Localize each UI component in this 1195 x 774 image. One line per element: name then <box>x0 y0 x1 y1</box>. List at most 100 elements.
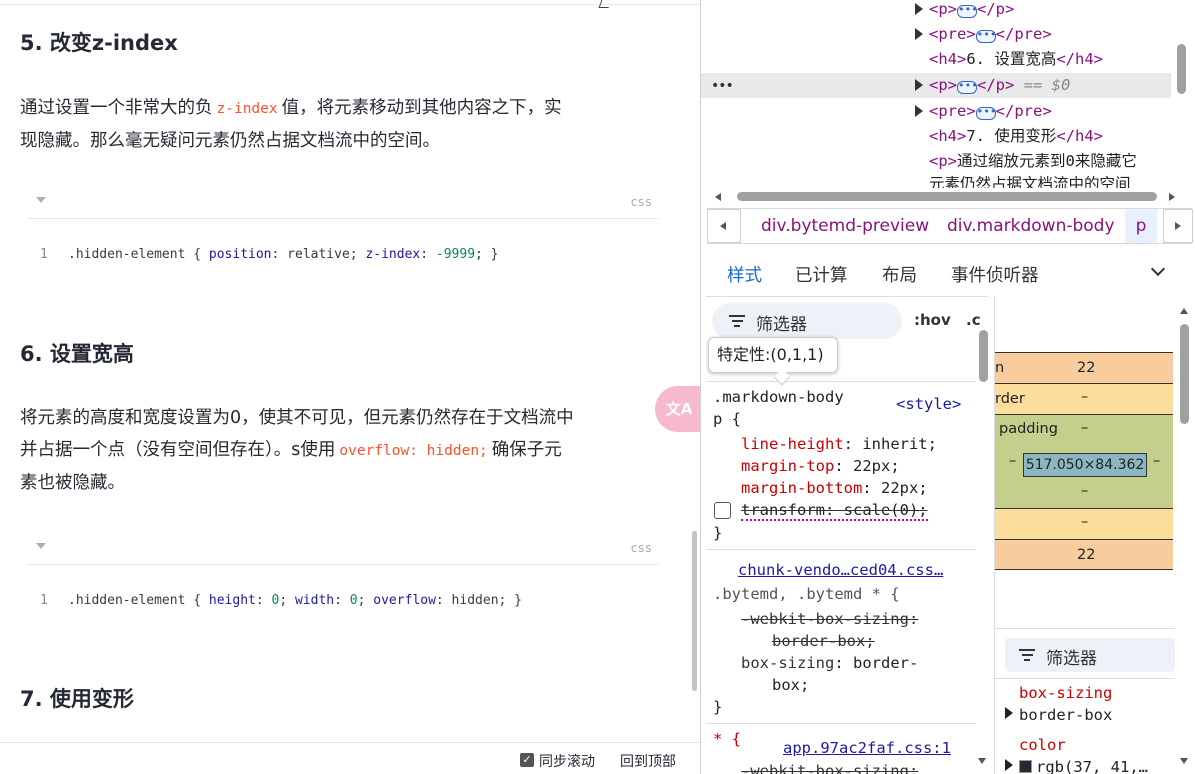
sync-scroll-checkbox[interactable]: ✓ <box>520 753 534 767</box>
dom-node-h4[interactable]: <h4>6. 设置宽高</h4> <box>701 47 1171 72</box>
rule-source-link[interactable]: chunk-vendo…ced04.css… <box>738 559 943 581</box>
breadcrumb-markdown-body[interactable]: div.markdown-body <box>947 216 1115 236</box>
dom-node-p[interactable]: <p>•••</p> <box>701 0 1171 22</box>
css-declaration-disabled[interactable]: transform: scale(0); <box>741 499 928 521</box>
code-block: css 1 .hidden-element { height: 0; width… <box>28 539 658 635</box>
rule-selector[interactable]: p { <box>713 408 741 430</box>
divider <box>706 723 976 724</box>
mouse-cursor-icon <box>598 0 612 8</box>
dom-tree-hscrollbar[interactable] <box>737 192 1157 201</box>
scroll-right-icon[interactable] <box>1169 193 1175 201</box>
css-declaration[interactable]: line-height: inherit; <box>741 433 937 455</box>
dom-node-p[interactable]: <p>通过缩放元素到0来隐藏它 <box>701 149 1171 174</box>
breadcrumb-prev-button[interactable] <box>707 209 741 243</box>
rule-source-link[interactable]: app.97ac2faf.css:1 <box>783 737 951 759</box>
divider <box>995 678 1175 679</box>
paragraph-5: 通过设置一个非常大的负 z-index 值，将元素移动到其他内容之下，实 现隐藏。那… <box>20 98 562 151</box>
tab-computed[interactable]: 已计算 <box>795 262 848 287</box>
code-text: .hidden-element { height: 0; width: 0; o… <box>68 593 522 608</box>
rule-close: } <box>713 698 723 716</box>
computed-property-value: rgb(37, 41,… <box>1019 758 1148 774</box>
code-block-header: css <box>28 193 658 219</box>
tab-styles[interactable]: 样式 <box>727 262 762 287</box>
rule-selector[interactable]: .bytemd, .bytemd * { <box>713 583 900 605</box>
paragraph-6: 将元素的高度和宽度设置为0，使其不可见，但元素仍然存在于文档流中 并占据一个点（… <box>20 408 574 493</box>
styles-filter-input[interactable]: 筛选器 <box>712 303 902 339</box>
dom-node-h4[interactable]: <h4>7. 使用变形</h4> <box>701 124 1171 149</box>
dom-node-pre[interactable]: <pre>•••</pre> <box>701 22 1171 47</box>
rule-close: } <box>713 524 723 542</box>
heading-7: 7. 使用变形 <box>20 687 134 711</box>
box-model-content[interactable]: 517.050×84.362 <box>1023 453 1147 477</box>
line-number: 1 <box>40 247 48 262</box>
css-declaration-overridden[interactable]: -webkit-box-sizing: <box>741 608 918 630</box>
divider <box>995 628 1175 629</box>
rule-source-link[interactable]: <style> <box>896 393 961 415</box>
inline-code: z-index <box>216 101 278 117</box>
css-declaration[interactable]: box-sizing: border- <box>741 652 918 674</box>
expand-triangle-icon[interactable] <box>915 79 923 91</box>
dom-tree-scrollbar[interactable] <box>1177 44 1186 94</box>
code-text: .hidden-element { position: relative; z-… <box>68 247 499 262</box>
computed-property-name: box-sizing <box>1019 684 1113 702</box>
more-dots-icon[interactable]: ••• <box>711 78 734 94</box>
collapse-caret-icon[interactable] <box>36 197 46 203</box>
cls-toggle[interactable]: .c <box>966 311 981 329</box>
rule-selector[interactable]: .markdown-body <box>713 386 844 408</box>
css-declaration[interactable]: margin-top: 22px; <box>741 455 900 477</box>
inline-code: overflow: hidden; <box>339 443 488 459</box>
collapse-caret-icon[interactable] <box>36 543 46 549</box>
filter-icon <box>1019 649 1035 662</box>
css-declaration[interactable]: margin-bottom: 22px; <box>741 477 928 499</box>
code-language: css <box>630 195 652 209</box>
scroll-up-icon[interactable] <box>1180 308 1188 314</box>
ellipsis-icon[interactable]: ••• <box>975 29 997 43</box>
box-model-margin-top: n 22 <box>995 352 1173 383</box>
expand-triangle-icon[interactable] <box>915 3 923 15</box>
expand-triangle-icon[interactable] <box>915 28 923 40</box>
ellipsis-icon[interactable]: ••• <box>957 80 978 94</box>
css-declaration-overridden[interactable]: -webkit-box-sizing: <box>741 760 918 774</box>
heading-6: 6. 设置宽高 <box>20 342 134 366</box>
code-language: css <box>630 541 652 555</box>
breadcrumb-next-button[interactable] <box>1163 209 1193 243</box>
ellipsis-icon[interactable]: ••• <box>957 4 978 18</box>
scroll-left-icon[interactable] <box>715 193 721 201</box>
back-to-top-link[interactable]: 回到顶部 <box>620 751 676 771</box>
preview-footer: ✓ 同步滚动 回到顶部 <box>0 742 700 774</box>
color-swatch[interactable] <box>1019 760 1032 773</box>
box-model-border-bottom: – <box>995 508 1173 539</box>
divider <box>0 4 700 5</box>
breadcrumb: div.bytemd-preview div.markdown-body p <box>707 208 1193 244</box>
declaration-checkbox[interactable] <box>714 502 731 519</box>
translate-icon[interactable]: 文A <box>655 386 700 432</box>
expand-triangle-icon[interactable] <box>915 105 923 117</box>
styles-scrollbar[interactable] <box>979 330 988 382</box>
scroll-down-icon[interactable] <box>1180 758 1188 764</box>
tab-event-listeners[interactable]: 事件侦听器 <box>951 262 1039 287</box>
dom-node-p-selected[interactable]: <p>•••</p> == $0 <box>701 73 1171 98</box>
dom-node-pre[interactable]: <pre>•••</pre> <box>701 99 1171 124</box>
computed-filter-input[interactable]: 筛选器 <box>1005 638 1175 672</box>
css-declaration-overridden[interactable]: border-box; <box>772 630 875 652</box>
expand-triangle-icon[interactable] <box>1005 759 1013 771</box>
breadcrumb-bytemd-preview[interactable]: div.bytemd-preview <box>761 216 929 236</box>
css-declaration-wrap: box; <box>772 676 810 694</box>
hov-toggle[interactable]: :hov <box>914 311 951 329</box>
computed-scrollbar[interactable] <box>1180 324 1189 424</box>
chevron-down-icon[interactable] <box>1150 261 1166 277</box>
code-block-header: css <box>28 539 658 565</box>
article-scrollbar[interactable] <box>692 531 697 691</box>
ellipsis-icon[interactable]: ••• <box>975 106 997 120</box>
tab-layout[interactable]: 布局 <box>882 262 917 287</box>
article-preview: 5. 改变z-index 通过设置一个非常大的负 z-index 值，将元素移动到其… <box>0 0 700 774</box>
breadcrumb-p[interactable]: p <box>1125 209 1157 243</box>
sync-scroll-label[interactable]: 同步滚动 <box>539 751 595 771</box>
rule-selector[interactable]: * { <box>713 728 741 750</box>
filter-icon <box>729 315 745 328</box>
heading-5: 5. 改变z-index <box>20 31 178 55</box>
computed-pane: n 22 rder – padding – – – – 517.050×84.3… <box>994 296 1195 774</box>
computed-property-value: border-box <box>1019 706 1113 724</box>
scroll-down-icon[interactable] <box>978 758 986 764</box>
expand-triangle-icon[interactable] <box>1005 707 1013 719</box>
